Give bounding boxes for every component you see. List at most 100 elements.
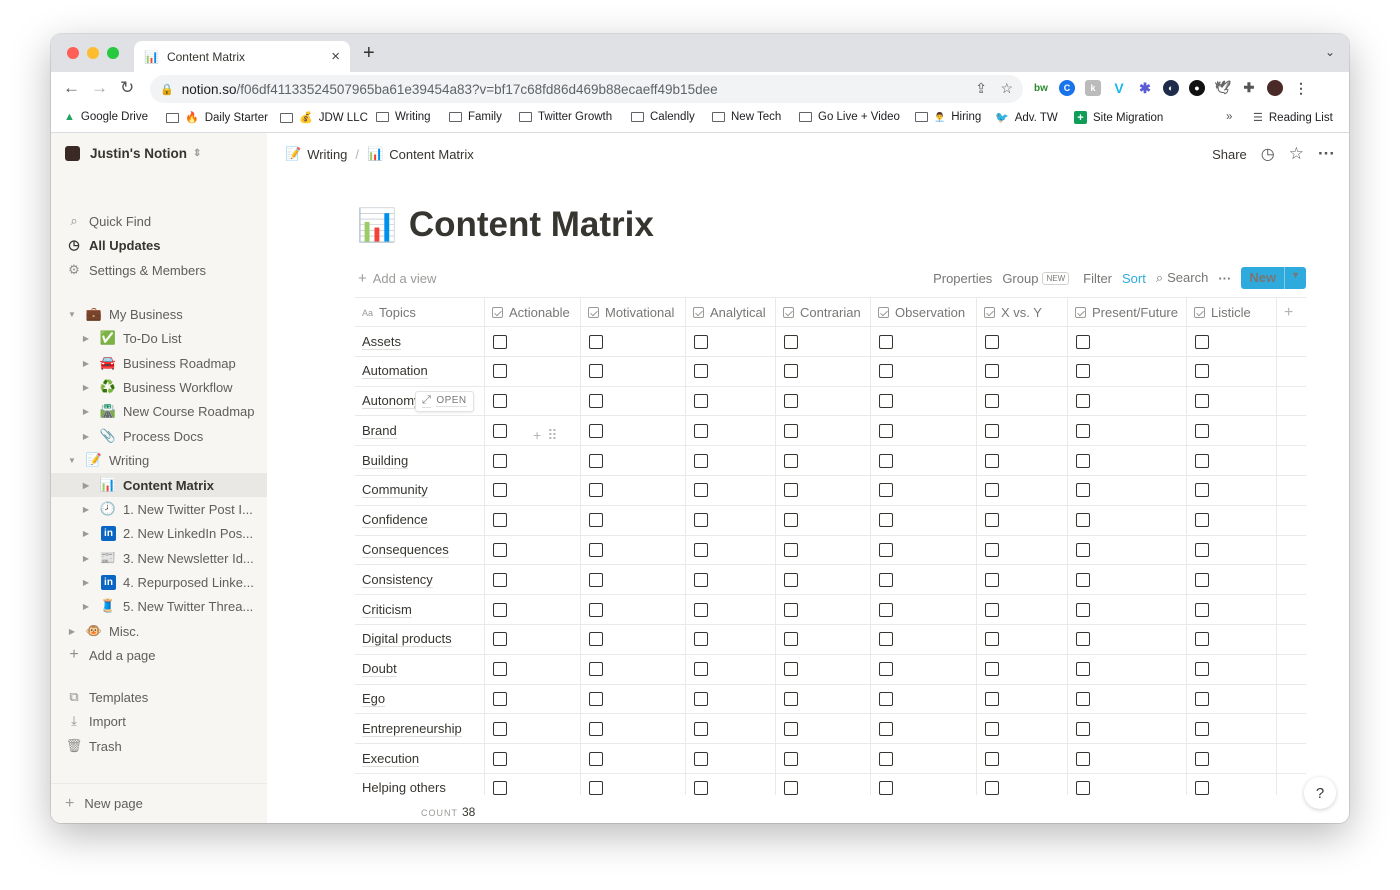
topic-name[interactable]: Confidence bbox=[362, 512, 428, 529]
checkbox[interactable] bbox=[694, 572, 708, 587]
checkbox[interactable] bbox=[493, 453, 507, 468]
column-header-topics[interactable]: Aa Topics bbox=[355, 298, 485, 327]
chevron-right-icon[interactable]: ▶ bbox=[79, 432, 93, 441]
checkbox[interactable] bbox=[589, 781, 603, 795]
table-row[interactable]: Brand bbox=[355, 416, 1306, 447]
checkbox[interactable] bbox=[985, 423, 999, 438]
group-button[interactable]: Group NEW bbox=[1002, 271, 1070, 286]
checkbox[interactable] bbox=[493, 394, 507, 409]
table-row[interactable]: Confidence bbox=[355, 505, 1306, 536]
checkbox[interactable] bbox=[1076, 751, 1090, 766]
checkbox[interactable] bbox=[1195, 602, 1209, 617]
checkbox[interactable] bbox=[694, 334, 708, 349]
checkbox[interactable] bbox=[694, 721, 708, 736]
checkbox[interactable] bbox=[879, 364, 893, 379]
checkbox[interactable] bbox=[879, 423, 893, 438]
sidebar-item-business-workflow[interactable]: ▶ ♻️ Business Workflow bbox=[51, 375, 267, 399]
checkbox[interactable] bbox=[784, 721, 798, 736]
checkbox[interactable] bbox=[589, 662, 603, 677]
bookmark-star-icon[interactable]: ☆ bbox=[1000, 80, 1013, 97]
checkbox[interactable] bbox=[589, 423, 603, 438]
extension-moon-icon[interactable]: ◐ bbox=[1163, 80, 1179, 96]
checkbox[interactable] bbox=[784, 632, 798, 647]
checkbox[interactable] bbox=[1076, 513, 1090, 528]
chart-icon[interactable]: 📊 bbox=[357, 206, 397, 244]
sidebar-item-business-roadmap[interactable]: ▶ 🚘 Business Roadmap bbox=[51, 351, 267, 375]
checkbox[interactable] bbox=[1195, 662, 1209, 677]
search-button[interactable]: ⌕ Search bbox=[1156, 270, 1208, 286]
checkbox[interactable] bbox=[589, 334, 603, 349]
extension-vimeo-icon[interactable]: V bbox=[1111, 80, 1127, 96]
topic-cell[interactable]: Execution bbox=[355, 744, 485, 774]
checkbox[interactable] bbox=[694, 394, 708, 409]
checkbox[interactable] bbox=[493, 751, 507, 766]
column-header-observation[interactable]: Observation bbox=[871, 298, 977, 327]
checkbox[interactable] bbox=[784, 602, 798, 617]
bookmark-google-drive[interactable]: ▲ Google Drive bbox=[64, 111, 148, 123]
topic-name[interactable]: Building bbox=[362, 453, 409, 469]
checkbox[interactable] bbox=[1195, 781, 1209, 795]
checkbox[interactable] bbox=[784, 453, 798, 468]
checkbox[interactable] bbox=[1076, 692, 1090, 707]
checkbox[interactable] bbox=[879, 692, 893, 707]
topic-cell[interactable]: Confidence bbox=[355, 505, 485, 535]
column-header-actionable[interactable]: Actionable bbox=[485, 298, 581, 327]
share-page-icon[interactable]: ⇪ bbox=[975, 80, 987, 97]
close-window-button[interactable] bbox=[67, 47, 79, 59]
topic-cell[interactable]: Entrepreneurship bbox=[355, 714, 485, 744]
checkbox[interactable] bbox=[1195, 543, 1209, 558]
checkbox[interactable] bbox=[985, 453, 999, 468]
checkbox[interactable] bbox=[589, 513, 603, 528]
checkbox[interactable] bbox=[1076, 394, 1090, 409]
checkbox[interactable] bbox=[589, 751, 603, 766]
checkbox[interactable] bbox=[589, 543, 603, 558]
sidebar-import[interactable]: ⤓ Import bbox=[51, 709, 267, 733]
checkbox[interactable] bbox=[493, 602, 507, 617]
breadcrumb-parent[interactable]: Writing bbox=[307, 147, 347, 162]
page-title-text[interactable]: Content Matrix bbox=[409, 205, 654, 245]
checkbox[interactable] bbox=[985, 543, 999, 558]
table-row[interactable]: Ego bbox=[355, 684, 1306, 715]
sidebar-quick-find[interactable]: ⌕ Quick Find bbox=[51, 209, 267, 233]
checkbox[interactable] bbox=[493, 721, 507, 736]
bookmark-go-live-video[interactable]: Go Live + Video bbox=[799, 111, 900, 123]
checkbox[interactable] bbox=[493, 364, 507, 379]
table-row[interactable]: Helping others bbox=[355, 773, 1306, 795]
table-row[interactable]: Building bbox=[355, 446, 1306, 476]
checkbox[interactable] bbox=[1076, 453, 1090, 468]
checkbox[interactable] bbox=[694, 692, 708, 707]
table-row[interactable]: Automation bbox=[355, 356, 1306, 387]
chevron-right-icon[interactable]: ▶ bbox=[79, 529, 93, 538]
column-header-x-vs-y[interactable]: X vs. Y bbox=[977, 298, 1068, 327]
checkbox[interactable] bbox=[784, 364, 798, 379]
column-header-listicle[interactable]: Listicle bbox=[1187, 298, 1277, 327]
checkbox[interactable] bbox=[1076, 781, 1090, 795]
checkbox[interactable] bbox=[985, 751, 999, 766]
chevron-right-icon[interactable]: ▶ bbox=[79, 359, 93, 368]
topic-cell[interactable]: Doubt bbox=[355, 654, 485, 684]
chevron-right-icon[interactable]: ▶ bbox=[79, 334, 93, 343]
checkbox[interactable] bbox=[1195, 334, 1209, 349]
topic-cell[interactable]: Digital products bbox=[355, 624, 485, 654]
bookmark-adv-tw[interactable]: 🐦 Adv. TW bbox=[995, 111, 1058, 125]
checkbox[interactable] bbox=[589, 572, 603, 587]
checkbox[interactable] bbox=[493, 632, 507, 647]
workspace-switcher[interactable]: Justin's Notion ⇕ bbox=[65, 146, 201, 161]
chevron-right-icon[interactable]: ▶ bbox=[79, 602, 93, 611]
checkbox[interactable] bbox=[589, 602, 603, 617]
topic-cell[interactable]: Consistency bbox=[355, 565, 485, 595]
add-column-plus-icon[interactable]: + bbox=[1277, 298, 1306, 327]
sidebar-item-to-do-list[interactable]: ▶ ✅ To-Do List bbox=[51, 326, 267, 350]
checkbox[interactable] bbox=[1076, 632, 1090, 647]
checkbox[interactable] bbox=[694, 364, 708, 379]
checkbox[interactable] bbox=[879, 572, 893, 587]
topic-name[interactable]: Consequences bbox=[362, 542, 449, 559]
chevron-right-icon[interactable]: ▶ bbox=[79, 578, 93, 587]
checkbox[interactable] bbox=[879, 453, 893, 468]
extensions-puzzle-icon[interactable]: ✚ bbox=[1241, 80, 1257, 96]
checkbox[interactable] bbox=[694, 513, 708, 528]
topic-cell[interactable]: Automation bbox=[355, 356, 485, 386]
checkbox[interactable] bbox=[589, 453, 603, 468]
checkbox[interactable] bbox=[879, 513, 893, 528]
minimize-window-button[interactable] bbox=[87, 47, 99, 59]
